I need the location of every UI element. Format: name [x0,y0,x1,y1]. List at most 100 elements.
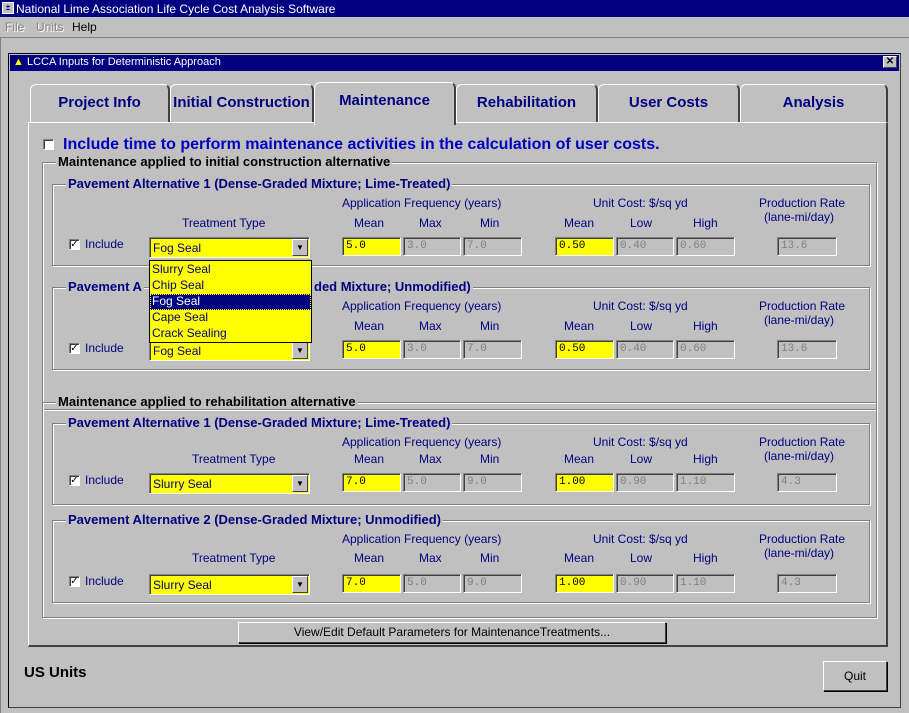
app-icon: ± [2,2,14,14]
rehab-alt1-title: Pavement Alternative 1 (Dense-Graded Mix… [66,415,453,430]
freq-min-header: Min [480,216,500,230]
rehab-alt1-freq-max[interactable]: 5.0 [403,473,461,492]
initial-alt1-prod-rate[interactable]: 13.6 [777,237,837,256]
initial-alt1-title: Pavement Alternative 1 (Dense-Graded Mix… [66,176,453,191]
cost-high-header: High [693,319,718,333]
quit-button[interactable]: Quit [823,661,887,691]
initial-alt2-treatment-combo[interactable]: Fog Seal ▼ [149,340,310,361]
rehab-alt2-cost-high[interactable]: 1.10 [676,574,735,593]
window-icon: ▲ [13,56,24,68]
production-rate-header: Production Rate [759,299,846,313]
rehab-alt1-cost-low[interactable]: 0.90 [616,473,674,492]
treatment-type-header: Treatment Type [192,452,276,466]
units-label: US Units [24,664,87,681]
dropdown-option-chip-seal[interactable]: Chip Seal [150,278,311,294]
dropdown-option-slurry-seal[interactable]: Slurry Seal [150,262,311,278]
initial-alt2-cost-mean[interactable]: 0.50 [555,340,614,359]
initial-alt1-cost-high[interactable]: 0.60 [676,237,735,256]
rehab-alt1-freq-mean[interactable]: 7.0 [342,473,401,492]
initial-alt2-title-left: Pavement A [66,279,144,294]
unit-cost-header: Unit Cost: $/sq yd [593,532,688,546]
tab-rehabilitation[interactable]: Rehabilitation [456,84,598,122]
production-rate-unit: (lane-mi/day) [764,210,835,224]
initial-alt2-freq-mean[interactable]: 5.0 [342,340,401,359]
initial-alt2-include-checkbox[interactable]: ✓ [69,343,80,354]
chevron-down-icon[interactable]: ▼ [292,239,308,256]
treatment-type-header: Treatment Type [192,551,276,565]
freq-mean-header: Mean [354,551,385,565]
freq-max-header: Max [419,452,442,466]
view-edit-defaults-button[interactable]: View/Edit Default Parameters for Mainten… [238,622,666,643]
freq-mean-header: Mean [354,319,385,333]
rehab-alt2-title: Pavement Alternative 2 (Dense-Graded Mix… [66,512,443,527]
initial-alt2-cost-low[interactable]: 0.40 [616,340,674,359]
rehab-alt1-prod-rate[interactable]: 4.3 [777,473,837,492]
rehab-alt2-freq-max[interactable]: 5.0 [403,574,461,593]
chevron-down-icon[interactable]: ▼ [292,475,308,492]
production-rate-header: Production Rate [759,532,846,546]
menu-help[interactable]: Help [72,20,97,34]
dropdown-option-fog-seal[interactable]: Fog Seal [150,294,311,310]
initial-alt2-freq-min[interactable]: 7.0 [463,340,522,359]
cost-high-header: High [693,452,718,466]
app-title-bar: ± National Lime Association Life Cycle C… [0,0,909,17]
include-time-label: Include time to perform maintenance acti… [63,136,660,153]
menu-file[interactable]: File [5,20,24,34]
rehab-alt1-include-label: Include [85,473,124,487]
freq-min-header: Min [480,551,500,565]
cost-mean-header: Mean [564,216,595,230]
rehab-alt2-treatment-combo[interactable]: Slurry Seal ▼ [149,574,310,595]
app-frequency-header: Application Frequency (years) [342,196,502,210]
dropdown-option-cape-seal[interactable]: Cape Seal [150,310,311,326]
freq-mean-header: Mean [354,216,385,230]
initial-alt2-prod-rate[interactable]: 13.6 [777,340,837,359]
tab-user-costs[interactable]: User Costs [598,84,740,122]
initial-alt2-freq-max[interactable]: 3.0 [403,340,461,359]
tab-maintenance[interactable]: Maintenance [314,82,456,125]
production-rate-header: Production Rate [759,196,846,210]
initial-alt1-freq-mean[interactable]: 5.0 [342,237,401,256]
initial-alt1-include-checkbox[interactable]: ✓ [69,239,80,250]
cost-low-header: Low [630,452,653,466]
initial-alt1-freq-min[interactable]: 7.0 [463,237,522,256]
cost-high-header: High [693,551,718,565]
tab-analysis[interactable]: Analysis [740,84,888,122]
rehab-alt1-freq-min[interactable]: 9.0 [463,473,522,492]
app-frequency-header: Application Frequency (years) [342,532,502,546]
dropdown-option-crack-sealing[interactable]: Crack Sealing [150,326,311,342]
combo-value: Fog Seal [153,344,202,358]
rehab-alt2-cost-low[interactable]: 0.90 [616,574,674,593]
rehab-alt2-prod-rate[interactable]: 4.3 [777,574,837,593]
rehab-alt2-freq-min[interactable]: 9.0 [463,574,522,593]
rehab-alt1-treatment-combo[interactable]: Slurry Seal ▼ [149,473,310,494]
combo-value: Slurry Seal [153,578,212,592]
initial-alt1-cost-low[interactable]: 0.40 [616,237,674,256]
initial-alt1-freq-max[interactable]: 3.0 [403,237,461,256]
unit-cost-header: Unit Cost: $/sq yd [593,196,688,210]
rehab-alt1-cost-mean[interactable]: 1.00 [555,473,614,492]
app-frequency-header: Application Frequency (years) [342,299,502,313]
menu-units[interactable]: Units [36,20,63,34]
treatment-dropdown-list[interactable]: Slurry Seal Chip Seal Fog Seal Cape Seal… [149,260,312,343]
initial-construction-group-title: Maintenance applied to initial construct… [56,154,393,169]
chevron-down-icon[interactable]: ▼ [292,576,308,593]
rehab-alt2-include-checkbox[interactable]: ✓ [69,576,80,587]
rehab-alt2-freq-mean[interactable]: 7.0 [342,574,401,593]
close-icon[interactable]: ✕ [883,56,897,68]
freq-max-header: Max [419,551,442,565]
initial-alt1-include-label: Include [85,237,124,251]
cost-mean-header: Mean [564,452,595,466]
production-rate-header: Production Rate [759,435,846,449]
initial-alt1-treatment-combo[interactable]: Fog Seal ▼ [149,237,310,258]
rehab-alt1-include-checkbox[interactable]: ✓ [69,475,80,486]
initial-alt1-cost-mean[interactable]: 0.50 [555,237,614,256]
combo-value: Slurry Seal [153,477,212,491]
initial-alt2-cost-high[interactable]: 0.60 [676,340,735,359]
freq-max-header: Max [419,319,442,333]
include-time-checkbox[interactable] [43,139,54,150]
tab-project-info[interactable]: Project Info [30,84,170,122]
rehab-alt2-cost-mean[interactable]: 1.00 [555,574,614,593]
chevron-down-icon[interactable]: ▼ [292,342,308,359]
rehab-alt1-cost-high[interactable]: 1.10 [676,473,735,492]
tab-initial-construction[interactable]: Initial Construction [170,84,314,122]
